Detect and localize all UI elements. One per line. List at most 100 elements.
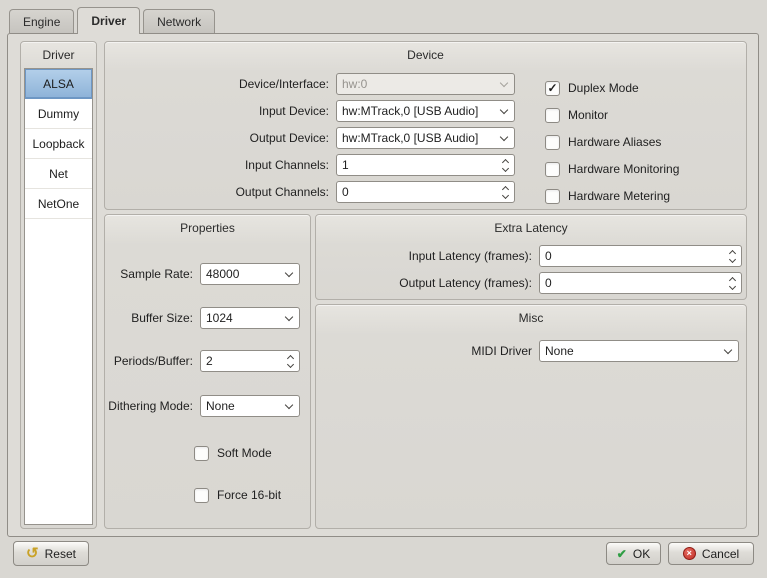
reset-button-label: Reset: [45, 547, 76, 561]
reset-icon: ↺: [26, 546, 39, 561]
properties-group: Properties Sample Rate: 48000 Buffer Siz…: [104, 214, 311, 529]
spinner-up-icon[interactable]: [497, 156, 514, 165]
driver-list: ALSA Dummy Loopback Net NetOne: [24, 68, 93, 525]
periods-buffer-spinner[interactable]: 2: [200, 350, 300, 372]
output-latency-spinner[interactable]: 0: [539, 272, 742, 294]
combo-value: None: [206, 399, 286, 413]
chevron-down-icon: [500, 78, 508, 86]
spinner-buttons: [282, 351, 299, 371]
checkbox-indicator: ✓: [194, 446, 209, 461]
checkbox-indicator: ✓: [194, 488, 209, 503]
checkbox-label: Hardware Aliases: [568, 135, 661, 149]
spinner-value: 2: [201, 354, 282, 368]
midi-driver-label: MIDI Driver: [318, 344, 539, 358]
driver-list-item-loopback[interactable]: Loopback: [25, 129, 92, 159]
chevron-down-icon: [500, 132, 508, 140]
reset-button[interactable]: ↺ Reset: [13, 541, 89, 566]
spinner-up-icon[interactable]: [724, 247, 741, 256]
soft-mode-checkbox[interactable]: ✓ Soft Mode: [194, 442, 272, 464]
combo-value: None: [545, 344, 725, 358]
periods-buffer-row: Periods/Buffer: 2: [105, 350, 300, 372]
chevron-down-icon: [285, 312, 293, 320]
buffer-size-combo[interactable]: 1024: [200, 307, 300, 329]
sample-rate-label: Sample Rate:: [105, 267, 200, 281]
driver-list-item-alsa[interactable]: ALSA: [25, 69, 92, 99]
device-interface-combo[interactable]: hw:0: [336, 73, 515, 95]
ok-button-label: OK: [633, 547, 650, 561]
buffer-size-row: Buffer Size: 1024: [105, 307, 300, 329]
group-title-extra-latency: Extra Latency: [316, 215, 746, 239]
spinner-buttons: [497, 155, 514, 175]
spinner-up-icon[interactable]: [497, 183, 514, 192]
chevron-down-icon: [285, 400, 293, 408]
cancel-button[interactable]: × Cancel: [668, 542, 754, 565]
spinner-up-icon[interactable]: [724, 274, 741, 283]
setup-dialog: Engine Driver Network Driver ALSA Dummy …: [0, 0, 767, 578]
checkbox-label: Hardware Metering: [568, 189, 670, 203]
combo-value: 48000: [206, 267, 286, 281]
chevron-down-icon: [285, 268, 293, 276]
dithering-mode-row: Dithering Mode: None: [105, 395, 300, 417]
check-icon: ✓: [547, 81, 557, 95]
driver-list-item-netone[interactable]: NetOne: [25, 189, 92, 219]
spinner-down-icon[interactable]: [724, 256, 741, 265]
group-title-misc: Misc: [316, 305, 746, 329]
cancel-icon: ×: [683, 547, 696, 560]
spinner-down-icon[interactable]: [282, 361, 299, 370]
device-interface-row: Device/Interface: hw:0: [109, 73, 515, 95]
spinner-buttons: [724, 246, 741, 266]
group-title-driver: Driver: [21, 42, 96, 66]
checkbox-label: Duplex Mode: [568, 81, 639, 95]
spinner-value: 0: [540, 249, 724, 263]
hardware-monitoring-checkbox[interactable]: ✓ Hardware Monitoring: [545, 158, 679, 180]
force-16bit-checkbox[interactable]: ✓ Force 16-bit: [194, 484, 281, 506]
spinner-up-icon[interactable]: [282, 352, 299, 361]
buffer-size-label: Buffer Size:: [105, 311, 200, 325]
midi-driver-combo[interactable]: None: [539, 340, 739, 362]
output-channels-spinner[interactable]: 0: [336, 181, 515, 203]
checkbox-indicator: ✓: [545, 135, 560, 150]
input-device-combo[interactable]: hw:MTrack,0 [USB Audio]: [336, 100, 515, 122]
tab-network[interactable]: Network: [143, 9, 215, 33]
checkbox-indicator: ✓: [545, 189, 560, 204]
spinner-down-icon[interactable]: [724, 283, 741, 292]
input-latency-row: Input Latency (frames): 0: [318, 245, 742, 267]
sample-rate-row: Sample Rate: 48000: [105, 263, 300, 285]
dithering-mode-combo[interactable]: None: [200, 395, 300, 417]
ok-check-icon: ✔: [617, 548, 627, 560]
sample-rate-combo[interactable]: 48000: [200, 263, 300, 285]
misc-group: Misc MIDI Driver None: [315, 304, 747, 529]
input-latency-spinner[interactable]: 0: [539, 245, 742, 267]
input-channels-label: Input Channels:: [109, 158, 336, 172]
input-channels-row: Input Channels: 1: [109, 154, 515, 176]
spinner-buttons: [724, 273, 741, 293]
spinner-value: 1: [337, 158, 497, 172]
spinner-down-icon[interactable]: [497, 165, 514, 174]
output-channels-row: Output Channels: 0: [109, 181, 515, 203]
tab-driver[interactable]: Driver: [77, 7, 140, 34]
monitor-checkbox[interactable]: ✓ Monitor: [545, 104, 608, 126]
driver-settings-pane: Driver ALSA Dummy Loopback Net NetOne De…: [7, 33, 759, 537]
group-title-device: Device: [105, 42, 746, 66]
ok-button[interactable]: ✔ OK: [606, 542, 661, 565]
hardware-metering-checkbox[interactable]: ✓ Hardware Metering: [545, 185, 670, 207]
output-latency-label: Output Latency (frames):: [318, 276, 539, 290]
input-channels-spinner[interactable]: 1: [336, 154, 515, 176]
hardware-aliases-checkbox[interactable]: ✓ Hardware Aliases: [545, 131, 661, 153]
checkbox-indicator: ✓: [545, 108, 560, 123]
driver-list-item-dummy[interactable]: Dummy: [25, 99, 92, 129]
combo-value: hw:MTrack,0 [USB Audio]: [342, 104, 501, 118]
checkbox-indicator: ✓: [545, 81, 560, 96]
spinner-value: 0: [540, 276, 724, 290]
checkbox-label: Monitor: [568, 108, 608, 122]
driver-list-item-net[interactable]: Net: [25, 159, 92, 189]
duplex-mode-checkbox[interactable]: ✓ Duplex Mode: [545, 77, 639, 99]
spinner-buttons: [497, 182, 514, 202]
cancel-button-label: Cancel: [702, 547, 739, 561]
tab-engine[interactable]: Engine: [9, 9, 74, 33]
checkbox-label: Force 16-bit: [217, 488, 281, 502]
output-device-combo[interactable]: hw:MTrack,0 [USB Audio]: [336, 127, 515, 149]
checkbox-label: Hardware Monitoring: [568, 162, 679, 176]
spinner-down-icon[interactable]: [497, 192, 514, 201]
output-channels-label: Output Channels:: [109, 185, 336, 199]
